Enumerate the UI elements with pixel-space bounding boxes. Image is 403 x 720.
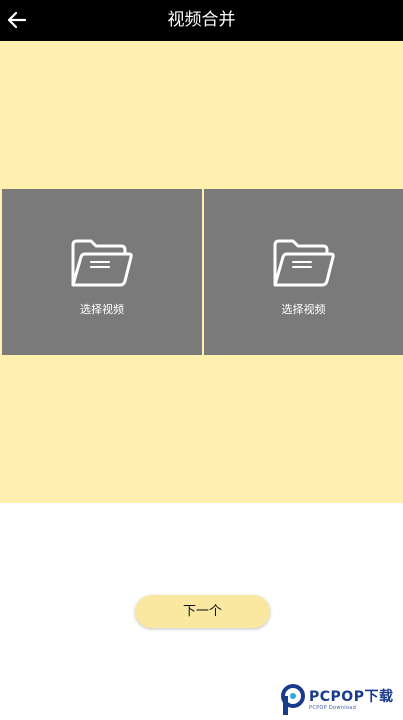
select-video-slot-2[interactable]: 选择视频 [204,189,403,355]
watermark-logo: PCPOP下载 PCPOP Download [280,683,402,717]
watermark-brand: PCPOP下载 [309,688,394,705]
video-merge-screen: 视频合并 选择视频 选择视频 下一个 PCPOP下载 PCPOP Downloa… [0,0,403,720]
top-bar: 视频合并 [0,0,403,41]
next-button[interactable]: 下一个 [135,595,270,628]
folder-open-icon [273,239,335,287]
merge-panel: 选择视频 选择视频 [0,41,403,503]
watermark-sub: PCPOP Download [309,704,357,711]
select-video-label: 选择视频 [80,303,124,316]
select-video-label: 选择视频 [281,303,326,316]
folder-open-icon [71,239,133,287]
page-title: 视频合并 [167,10,236,30]
select-video-slot-1[interactable]: 选择视频 [2,189,202,355]
pcpop-logo-icon [281,684,305,715]
